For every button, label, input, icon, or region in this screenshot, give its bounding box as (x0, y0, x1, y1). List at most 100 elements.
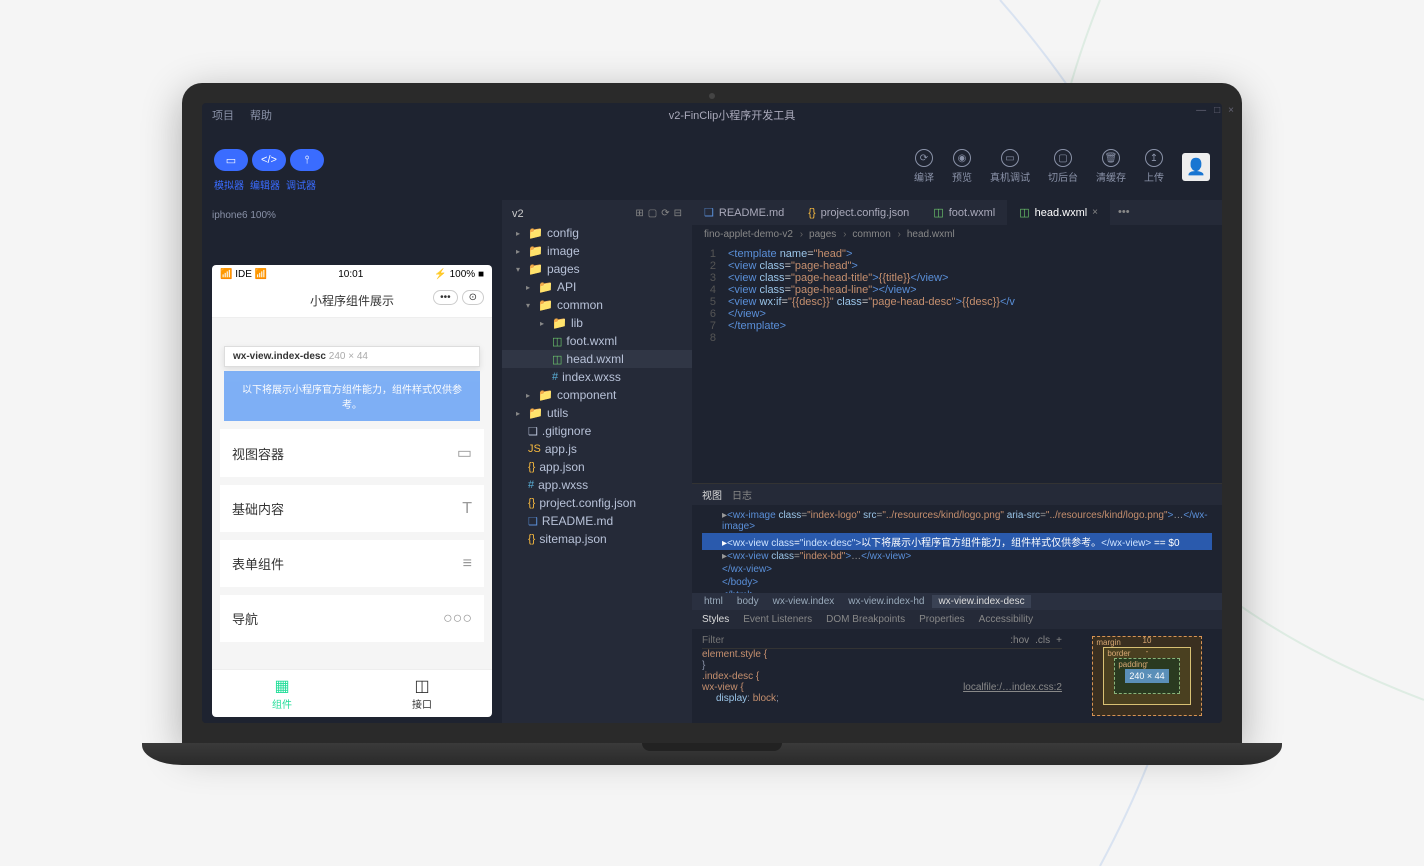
file-explorer: v2 ⊞ ▢ ⟳ ⊟ ▸📁config▸📁image▾📁pages▸📁API▾📁… (502, 200, 692, 723)
maximize-icon[interactable]: □ (1214, 105, 1220, 116)
styles-subtab[interactable]: Accessibility (979, 614, 1033, 625)
dom-breadcrumb-item[interactable]: html (698, 595, 729, 608)
menu-item[interactable]: 表单组件≡ (220, 540, 484, 587)
file-tree: ▸📁config▸📁image▾📁pages▸📁API▾📁common▸📁lib… (502, 224, 692, 548)
devtools-tab-log[interactable]: 日志 (732, 487, 752, 502)
inspect-tooltip: wx-view.index-desc 240 × 44 (224, 346, 480, 367)
explorer-root: v2 (512, 208, 524, 220)
styles-filter-input[interactable] (702, 635, 1004, 646)
tree-item[interactable]: ▸📁API (502, 278, 692, 296)
code-area[interactable]: 1<template name="head">2 <view class="pa… (692, 244, 1222, 483)
phone-body: wx-view.index-desc 240 × 44 以下将展示小程序官方组件… (212, 318, 492, 669)
preview-button[interactable]: ◉预览 (952, 149, 972, 184)
simulator-panel: iphone6 100% 📶 IDE 📶 10:01 ⚡ 100% ■ 小程序组… (202, 200, 502, 723)
editor-tab[interactable]: {}project.config.json (796, 200, 921, 225)
breadcrumb-item[interactable]: pages (809, 229, 846, 240)
menu-item[interactable]: 基础内容T (220, 485, 484, 532)
new-folder-icon[interactable]: ▢ (648, 208, 657, 220)
tree-item[interactable]: ◫head.wxml (502, 350, 692, 368)
signal-text: 📶 IDE 📶 (220, 269, 267, 280)
tab-more-icon[interactable]: ••• (1110, 200, 1138, 225)
cls-toggle[interactable]: .cls (1035, 635, 1050, 646)
styles-subtab[interactable]: Styles (702, 614, 729, 625)
screen-bezel: 项目 帮助 v2-FinClip小程序开发工具 — □ × ▭ </> ⫯ 模拟… (182, 83, 1242, 743)
upload-button[interactable]: ↥上传 (1144, 149, 1164, 184)
breadcrumb: fino-applet-demo-v2 pages common head.wxml (692, 225, 1222, 244)
dom-breadcrumb: htmlbodywx-view.indexwx-view.index-hdwx-… (692, 593, 1222, 610)
dom-node[interactable]: ▸<wx-view class="index-desc">以下将展示小程序官方组… (702, 533, 1212, 550)
tree-item[interactable]: ❑README.md (502, 512, 692, 530)
styles-panel[interactable]: :hov .cls + element.style {}.index-desc … (692, 629, 1072, 723)
dom-node[interactable]: </body> (702, 576, 1212, 589)
laptop-base (142, 743, 1282, 765)
tree-item[interactable]: ◫foot.wxml (502, 332, 692, 350)
simulator-label: 模拟器 (214, 177, 244, 192)
phone-tabbar: ▦组件 ◫接口 (212, 669, 492, 717)
styles-subtab[interactable]: DOM Breakpoints (826, 614, 905, 625)
add-rule-icon[interactable]: + (1056, 635, 1062, 646)
tree-item[interactable]: {}sitemap.json (502, 530, 692, 548)
tree-item[interactable]: ▸📁config (502, 224, 692, 242)
app-window: 项目 帮助 v2-FinClip小程序开发工具 — □ × ▭ </> ⫯ 模拟… (202, 103, 1222, 723)
minimize-icon[interactable]: — (1196, 105, 1206, 116)
tree-item[interactable]: {}project.config.json (502, 494, 692, 512)
debugger-pill[interactable]: ⫯ (290, 149, 324, 171)
tree-item[interactable]: #app.wxss (502, 476, 692, 494)
menu-item[interactable]: 视图容器▭ (220, 429, 484, 477)
styles-tabs: Styles Event Listeners DOM Breakpoints Prop… (692, 610, 1222, 629)
editor-tab[interactable]: ◫head.wxml× (1007, 200, 1110, 225)
devtools: 视图 日志 ▸<wx-image class="index-logo" src=… (692, 483, 1222, 723)
compile-button[interactable]: ⟳编译 (914, 149, 934, 184)
dom-breadcrumb-item[interactable]: wx-view.index-hd (842, 595, 930, 608)
tab-close-icon[interactable]: × (1092, 207, 1098, 218)
tree-item[interactable]: ▸📁lib (502, 314, 692, 332)
camera-dot (709, 93, 715, 99)
menu-item[interactable]: 导航○○○ (220, 595, 484, 642)
editor-tab[interactable]: ❑README.md (692, 200, 796, 225)
tree-item[interactable]: ▾📁common (502, 296, 692, 314)
breadcrumb-item[interactable]: fino-applet-demo-v2 (704, 229, 803, 240)
remote-debug-button[interactable]: ▭真机调试 (990, 149, 1030, 184)
refresh-icon[interactable]: ⟳ (661, 208, 669, 220)
window-title: v2-FinClip小程序开发工具 (202, 105, 1222, 125)
dom-node[interactable]: ▸<wx-image class="index-logo" src="../re… (702, 509, 1212, 533)
hov-toggle[interactable]: :hov (1010, 635, 1029, 646)
dom-breadcrumb-item[interactable]: body (731, 595, 765, 608)
styles-subtab[interactable]: Properties (919, 614, 965, 625)
editor-tab[interactable]: ◫foot.wxml (921, 200, 1007, 225)
tree-item[interactable]: ▾📁pages (502, 260, 692, 278)
simulator-pill[interactable]: ▭ (214, 149, 248, 171)
avatar[interactable]: 👤 (1182, 153, 1210, 181)
phone-preview: 📶 IDE 📶 10:01 ⚡ 100% ■ 小程序组件展示 ••• ⊙ wx-… (212, 265, 492, 717)
dom-node[interactable]: </wx-view> (702, 563, 1212, 576)
styles-subtab[interactable]: Event Listeners (743, 614, 812, 625)
clear-cache-button[interactable]: 🗑清缓存 (1096, 149, 1126, 184)
box-model: margin10 border- padding- 240 × 44 (1072, 629, 1222, 723)
tree-item[interactable]: ▸📁image (502, 242, 692, 260)
editor-panel: ❑README.md{}project.config.json◫foot.wxm… (692, 200, 1222, 723)
breadcrumb-item[interactable]: head.wxml (907, 229, 959, 240)
tree-item[interactable]: #index.wxss (502, 368, 692, 386)
background-button[interactable]: ▢切后台 (1048, 149, 1078, 184)
new-file-icon[interactable]: ⊞ (635, 208, 643, 220)
tab-api[interactable]: ◫接口 (352, 670, 492, 717)
devtools-tab-view[interactable]: 视图 (702, 487, 722, 502)
phone-header: 小程序组件展示 ••• ⊙ (212, 284, 492, 318)
dom-tree[interactable]: ▸<wx-image class="index-logo" src="../re… (692, 505, 1222, 593)
tree-item[interactable]: JSapp.js (502, 440, 692, 458)
dom-breadcrumb-item[interactable]: wx-view.index (767, 595, 841, 608)
editor-pill[interactable]: </> (252, 149, 286, 171)
dom-node[interactable]: ▸<wx-view class="index-bd">…</wx-view> (702, 550, 1212, 563)
phone-more-icon[interactable]: ••• (433, 290, 458, 305)
debugger-label: 调试器 (286, 177, 316, 192)
tree-item[interactable]: ▸📁utils (502, 404, 692, 422)
tree-item[interactable]: ❑.gitignore (502, 422, 692, 440)
highlighted-element[interactable]: 以下将展示小程序官方组件能力，组件样式仅供参考。 (224, 371, 480, 421)
breadcrumb-item[interactable]: common (852, 229, 900, 240)
tab-component[interactable]: ▦组件 (212, 670, 352, 717)
collapse-icon[interactable]: ⊟ (674, 208, 682, 220)
phone-close-icon[interactable]: ⊙ (462, 290, 484, 305)
tree-item[interactable]: ▸📁component (502, 386, 692, 404)
dom-breadcrumb-item[interactable]: wx-view.index-desc (932, 595, 1030, 608)
tree-item[interactable]: {}app.json (502, 458, 692, 476)
